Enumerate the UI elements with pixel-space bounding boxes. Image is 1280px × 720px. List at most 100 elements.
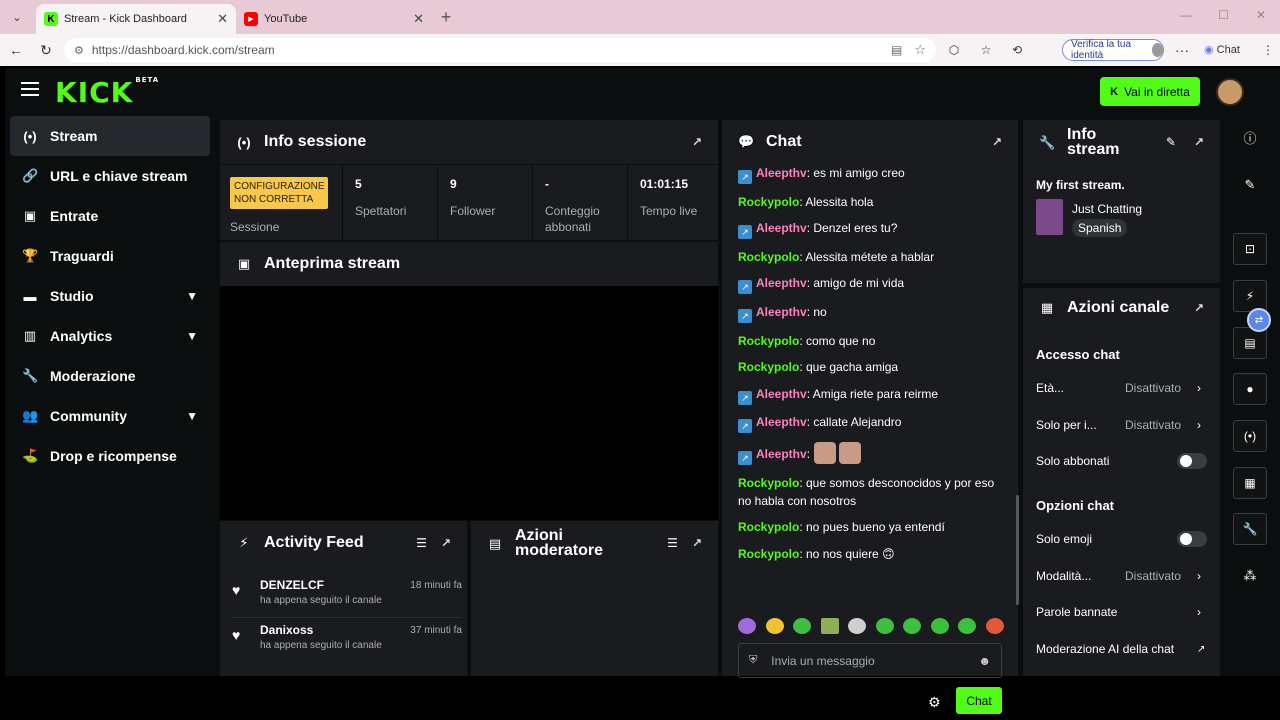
emoji-icon[interactable]: ☻ [978,654,991,668]
chat-username[interactable]: Aleepthv [756,415,807,429]
go-live-button[interactable]: K Vai in diretta [1100,77,1200,106]
share-icon[interactable]: ⁂ [1233,560,1267,592]
chat-username[interactable]: Rockypolo [738,195,799,209]
reload-icon[interactable]: ↻ [32,42,60,59]
kick-logo[interactable]: KICK BETA [55,76,159,109]
emote-icon[interactable] [875,618,894,634]
sidebar-item-url-key[interactable]: 🔗 URL e chiave stream [10,156,210,196]
chat-bubble-icon[interactable]: ● [1233,373,1267,405]
preview-icon: ▣ [237,256,251,271]
chat-message: ↗ Aleepthv: no [738,303,1008,323]
close-icon[interactable]: ✕ [413,11,424,27]
sidebar-item-community[interactable]: 👥 Community ▼ [10,396,210,436]
sidebar-toggle-icon[interactable]: ⋮ [1254,43,1280,57]
chat-username[interactable]: Aleepthv [756,387,807,401]
chat-username[interactable]: Aleepthv [756,166,807,180]
avatar[interactable] [1216,78,1244,106]
chat-username[interactable]: Rockypolo [738,250,799,264]
stat-label: Conteggio abbonati [545,204,600,234]
filter-icon[interactable]: ☰ [416,536,427,550]
popout-icon[interactable]: ↗ [1194,135,1204,150]
history-icon[interactable]: ⟲ [1003,43,1031,57]
chat-input[interactable]: ⛨ Invia un messaggio ☻ [738,643,1002,678]
layout-icon[interactable]: ▦ [1233,467,1267,499]
popout-icon[interactable]: ↗ [992,135,1002,149]
chat-username[interactable]: Rockypolo [738,476,799,490]
reader-icon[interactable]: ▤ [891,43,902,57]
menu-icon[interactable] [21,82,39,98]
ai-moderation-row[interactable]: Moderazione AI della chat ↗ [1036,642,1206,656]
sidebar-item-goals[interactable]: 🏆 Traguardi [10,236,210,276]
edit-icon[interactable]: ✎ [1166,135,1176,150]
back-icon[interactable]: ← [2,42,30,58]
sidebar-item-studio[interactable]: ▬ Studio ▼ [10,276,210,316]
subs-only-toggle[interactable] [1177,453,1207,469]
chat-username[interactable]: Rockypolo [738,547,799,561]
emote-icon[interactable] [903,618,922,634]
maximize-icon[interactable]: ☐ [1218,8,1229,22]
info-icon[interactable]: ⓘ [1233,121,1267,153]
followers-only-row[interactable]: Solo per i... Disattivato › [1036,418,1206,432]
emote-icon[interactable] [930,618,949,634]
site-info-icon[interactable]: ⚙ [74,44,84,57]
chat-message: ↗ Aleepthv: [738,441,1008,465]
tab-kick-dashboard[interactable]: K Stream - Kick Dashboard ✕ [36,4,236,34]
chat-username[interactable]: Rockypolo [738,520,799,534]
popout-icon[interactable]: ↗ [1194,301,1204,315]
broadcast-icon[interactable]: (•) [1233,420,1267,452]
emote-icon[interactable] [958,618,977,634]
sidebar-item-revenue[interactable]: ▣ Entrate [10,196,210,236]
wrench-icon[interactable]: 🔧 [1233,513,1267,545]
age-setting-row[interactable]: Età... Disattivato › [1036,381,1206,395]
slow-mode-row[interactable]: Modalità... Disattivato › [1036,569,1206,583]
filter-icon[interactable]: ☰ [667,536,678,551]
emote-icon[interactable] [848,618,867,634]
gear-icon[interactable]: ⚙ [928,694,941,711]
banned-words-row[interactable]: Parole bannate › [1036,605,1206,619]
chat-text: : callate Alejandro [806,415,902,430]
chat-username[interactable]: Rockypolo [738,360,799,374]
tab-list-icon[interactable]: ⌄ [4,5,30,29]
verify-identity-button[interactable]: Verifica la tua identità [1062,39,1164,61]
copilot-button[interactable]: ◉ Chat [1204,43,1240,56]
minimize-icon[interactable]: — [1180,8,1192,22]
chat-username[interactable]: Aleepthv [756,447,807,461]
lightning-icon[interactable]: ⚡ [1233,280,1267,312]
favorite-star-icon[interactable]: ☆ [914,42,926,58]
chat-username[interactable]: Aleepthv [756,221,807,235]
url-field[interactable]: ⚙ https://dashboard.kick.com/stream ▤ ☆ [64,38,936,62]
sidebar-item-analytics[interactable]: ▥ Analytics ▼ [10,316,210,356]
chat-send-button[interactable]: Chat [956,687,1002,714]
emote-icon[interactable] [738,618,756,634]
emote-icon[interactable] [985,618,1004,634]
chat-username[interactable]: Aleepthv [756,276,807,290]
tab-youtube[interactable]: ▶ YouTube ✕ [236,4,432,34]
chat-username[interactable]: Aleepthv [756,305,807,319]
chat-scrollbar[interactable] [1016,495,1019,605]
close-window-icon[interactable]: ✕ [1256,8,1266,22]
translate-icon[interactable]: ⇄ [1247,308,1271,332]
document-icon[interactable]: ▤ [1233,327,1267,359]
emote-icon[interactable] [793,618,812,634]
sidebar-item-label: Drop e ricompense [50,448,177,464]
sidebar-item-stream[interactable]: (•) Stream [10,116,210,156]
sidebar-item-moderation[interactable]: 🔧 Moderazione [10,356,210,396]
popout-icon[interactable]: ↗ [441,536,451,550]
popout-icon[interactable]: ↗ [692,536,702,551]
extensions-icon[interactable]: ⬡ [940,43,968,57]
emote-icon[interactable] [765,618,784,634]
sidebar-item-drops[interactable]: ⛳ Drop e ricompense [10,436,210,476]
edit-icon[interactable]: ✎ [1233,169,1267,201]
capture-icon[interactable]: ⊡ [1233,233,1267,265]
favorites-icon[interactable]: ☆ [972,43,1000,57]
emoji-only-toggle[interactable] [1177,531,1207,547]
stream-preview-video[interactable] [220,286,718,520]
section-title: Opzioni chat [1036,498,1114,513]
popout-icon[interactable]: ↗ [692,135,702,149]
more-icon[interactable]: ··· [1168,42,1196,58]
chat-username[interactable]: Rockypolo [738,334,799,348]
emote-icon[interactable] [820,618,839,634]
new-tab-icon[interactable]: + [432,7,460,28]
shield-icon[interactable]: ⛨ [749,654,757,667]
close-icon[interactable]: ✕ [217,11,228,27]
